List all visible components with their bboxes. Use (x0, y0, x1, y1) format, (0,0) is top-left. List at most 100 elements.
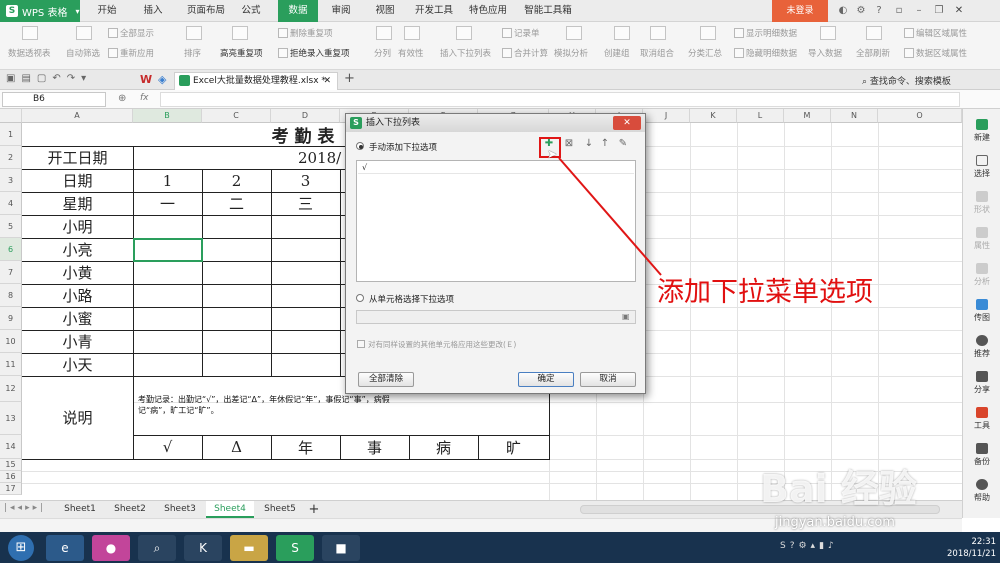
sheet-tab-3[interactable]: Sheet3 (158, 501, 202, 518)
range-picker-icon[interactable]: ▣ (622, 312, 630, 321)
row-header[interactable]: 1 (0, 123, 22, 146)
quick-access-icons[interactable]: ▣▤▢↶↷▾ (6, 73, 156, 87)
weekday-cell[interactable]: 一 (133, 192, 202, 215)
cell-range-input[interactable] (356, 310, 636, 324)
weekday-cell[interactable]: 三 (271, 192, 340, 215)
row-header[interactable]: 15 (0, 459, 22, 471)
col-header[interactable]: J (643, 109, 690, 123)
tab-developer[interactable]: 开发工具 (408, 0, 460, 22)
col-header[interactable]: N (831, 109, 878, 123)
note-label[interactable]: 说明 (22, 376, 133, 459)
name-cell[interactable]: 小青 (22, 330, 133, 353)
row-header[interactable]: 3 (0, 169, 22, 192)
row-header[interactable]: 14 (0, 435, 22, 459)
tab-page-layout[interactable]: 页面布局 (176, 0, 236, 22)
restore-icon[interactable]: ❐ (932, 4, 946, 18)
row-header[interactable]: 10 (0, 330, 22, 353)
show-detail-button[interactable]: 显示明细数据 (734, 26, 797, 40)
legend-cell[interactable]: 事 (340, 435, 409, 459)
note-text[interactable]: 考勤记录：出勤记“√”，出差记“Δ”，年休假记“年”，事假记“事”，病假记“病”… (138, 394, 408, 416)
legend-cell[interactable]: Δ (202, 435, 271, 459)
row-header[interactable]: 16 (0, 471, 22, 483)
ungroup-button[interactable]: 取消组合 (640, 46, 674, 60)
search-tool-icon[interactable]: ⌕ (138, 535, 176, 561)
tab-view[interactable]: 视图 (366, 0, 404, 22)
system-clock[interactable]: 22:31 2018/11/21 (930, 536, 996, 560)
zoom-icon[interactable]: ⊕ (118, 93, 126, 104)
wps-taskbar-icon[interactable]: S (276, 535, 314, 561)
edit-area-button[interactable]: 编辑区域属性 (904, 26, 967, 40)
tab-review[interactable]: 审阅 (322, 0, 360, 22)
legend-cell[interactable]: 病 (409, 435, 478, 459)
row-header[interactable]: 9 (0, 307, 22, 330)
row-header[interactable]: 13 (0, 402, 22, 435)
insert-dropdown-button[interactable]: 插入下拉列表 (440, 46, 491, 60)
ie-icon[interactable]: e (46, 535, 84, 561)
tab-formula[interactable]: 公式 (232, 0, 270, 22)
legend-cell[interactable]: √ (133, 435, 202, 459)
apply-checkbox[interactable] (357, 340, 365, 348)
wps-w-icon[interactable]: W (140, 73, 152, 86)
settings-icon[interactable]: ⚙ (854, 4, 868, 18)
tab-close-icon[interactable]: ✕ (323, 73, 331, 89)
sheet-nav-arrows[interactable]: |◂◂▸▸| (4, 503, 46, 513)
name-cell[interactable]: 小路 (22, 284, 133, 307)
move-down-icon[interactable]: ↓ (582, 137, 596, 151)
weekday-cell[interactable]: 二 (202, 192, 271, 215)
tab-data[interactable]: 数据 (278, 0, 318, 22)
panel-select[interactable]: 选择 (963, 155, 1000, 179)
ok-button[interactable]: 确定 (518, 372, 574, 387)
delete-dup-button[interactable]: 删除重复项 (278, 26, 333, 40)
import-button[interactable]: 导入数据 (808, 46, 842, 60)
subtotal-button[interactable]: 分类汇总 (688, 46, 722, 60)
row-header[interactable]: 2 (0, 146, 22, 169)
select-all-corner[interactable] (0, 109, 22, 123)
highlight-dup-button[interactable]: 高亮重复项 (220, 46, 263, 60)
start-button[interactable]: ⊞ (8, 535, 34, 561)
legend-cell[interactable]: 旷 (478, 435, 549, 459)
sheet-tab-4[interactable]: Sheet4 (206, 501, 254, 518)
panel-recommend[interactable]: 推荐 (963, 335, 1000, 359)
panel-backup[interactable]: 备份 (963, 443, 1000, 467)
create-group-button[interactable]: 创建组 (604, 46, 630, 60)
add-sheet-icon[interactable]: + (306, 501, 322, 518)
name-cell[interactable]: 小亮 (22, 238, 133, 261)
skin-icon[interactable]: ◐ (836, 4, 850, 18)
panel-help[interactable]: 帮助 (963, 479, 1000, 503)
pivot-table-button[interactable]: 数据透视表 (8, 46, 51, 60)
show-all-button[interactable]: 全部显示 (108, 26, 154, 40)
name-cell[interactable]: 小天 (22, 353, 133, 376)
validity-button[interactable]: 有效性 (398, 46, 424, 60)
name-cell[interactable]: 小黄 (22, 261, 133, 284)
cell-option-radio[interactable] (356, 294, 364, 302)
start-date-value[interactable]: 2018/ (280, 146, 346, 169)
hide-detail-button[interactable]: 隐藏明细数据 (734, 46, 797, 60)
cell-option-label[interactable]: 从单元格选择下拉选项 (369, 293, 454, 305)
panel-properties[interactable]: 属性 (963, 227, 1000, 251)
name-box[interactable]: B6 (2, 92, 106, 107)
weekday-label[interactable]: 星期 (22, 192, 133, 215)
split-button[interactable]: 分列 (374, 46, 391, 60)
row-header[interactable]: 6 (0, 238, 22, 261)
tab-features[interactable]: 特色应用 (462, 0, 514, 22)
col-header[interactable]: L (737, 109, 784, 123)
name-cell[interactable]: 小明 (22, 215, 133, 238)
row-header[interactable]: 7 (0, 261, 22, 284)
sheet-tab-2[interactable]: Sheet2 (108, 501, 152, 518)
edit-item-icon[interactable]: ✎ (616, 137, 630, 151)
app-menu-button[interactable]: S WPS 表格 ▾ (0, 0, 80, 22)
panel-new[interactable]: 新建 (963, 119, 1000, 143)
col-header[interactable]: M (784, 109, 831, 123)
area-props-button[interactable]: 数据区域属性 (904, 46, 967, 60)
refresh-all-button[interactable]: 全部刷新 (856, 46, 890, 60)
tray-icons[interactable]: S?⚙▴▮♪ (780, 541, 838, 551)
row-header[interactable]: 11 (0, 353, 22, 376)
row-header[interactable]: 17 (0, 483, 22, 495)
document-tab[interactable]: Excel大批量数据处理教程.xlsx * ✕ (174, 72, 338, 90)
name-cell[interactable]: 小蜜 (22, 307, 133, 330)
start-date-label[interactable]: 开工日期 (22, 146, 133, 169)
manual-option-label[interactable]: 手动添加下拉选项 (369, 141, 437, 153)
panel-share[interactable]: 分享 (963, 371, 1000, 395)
sheet-tab-5[interactable]: Sheet5 (258, 501, 302, 518)
folder-icon[interactable]: ▬ (230, 535, 268, 561)
